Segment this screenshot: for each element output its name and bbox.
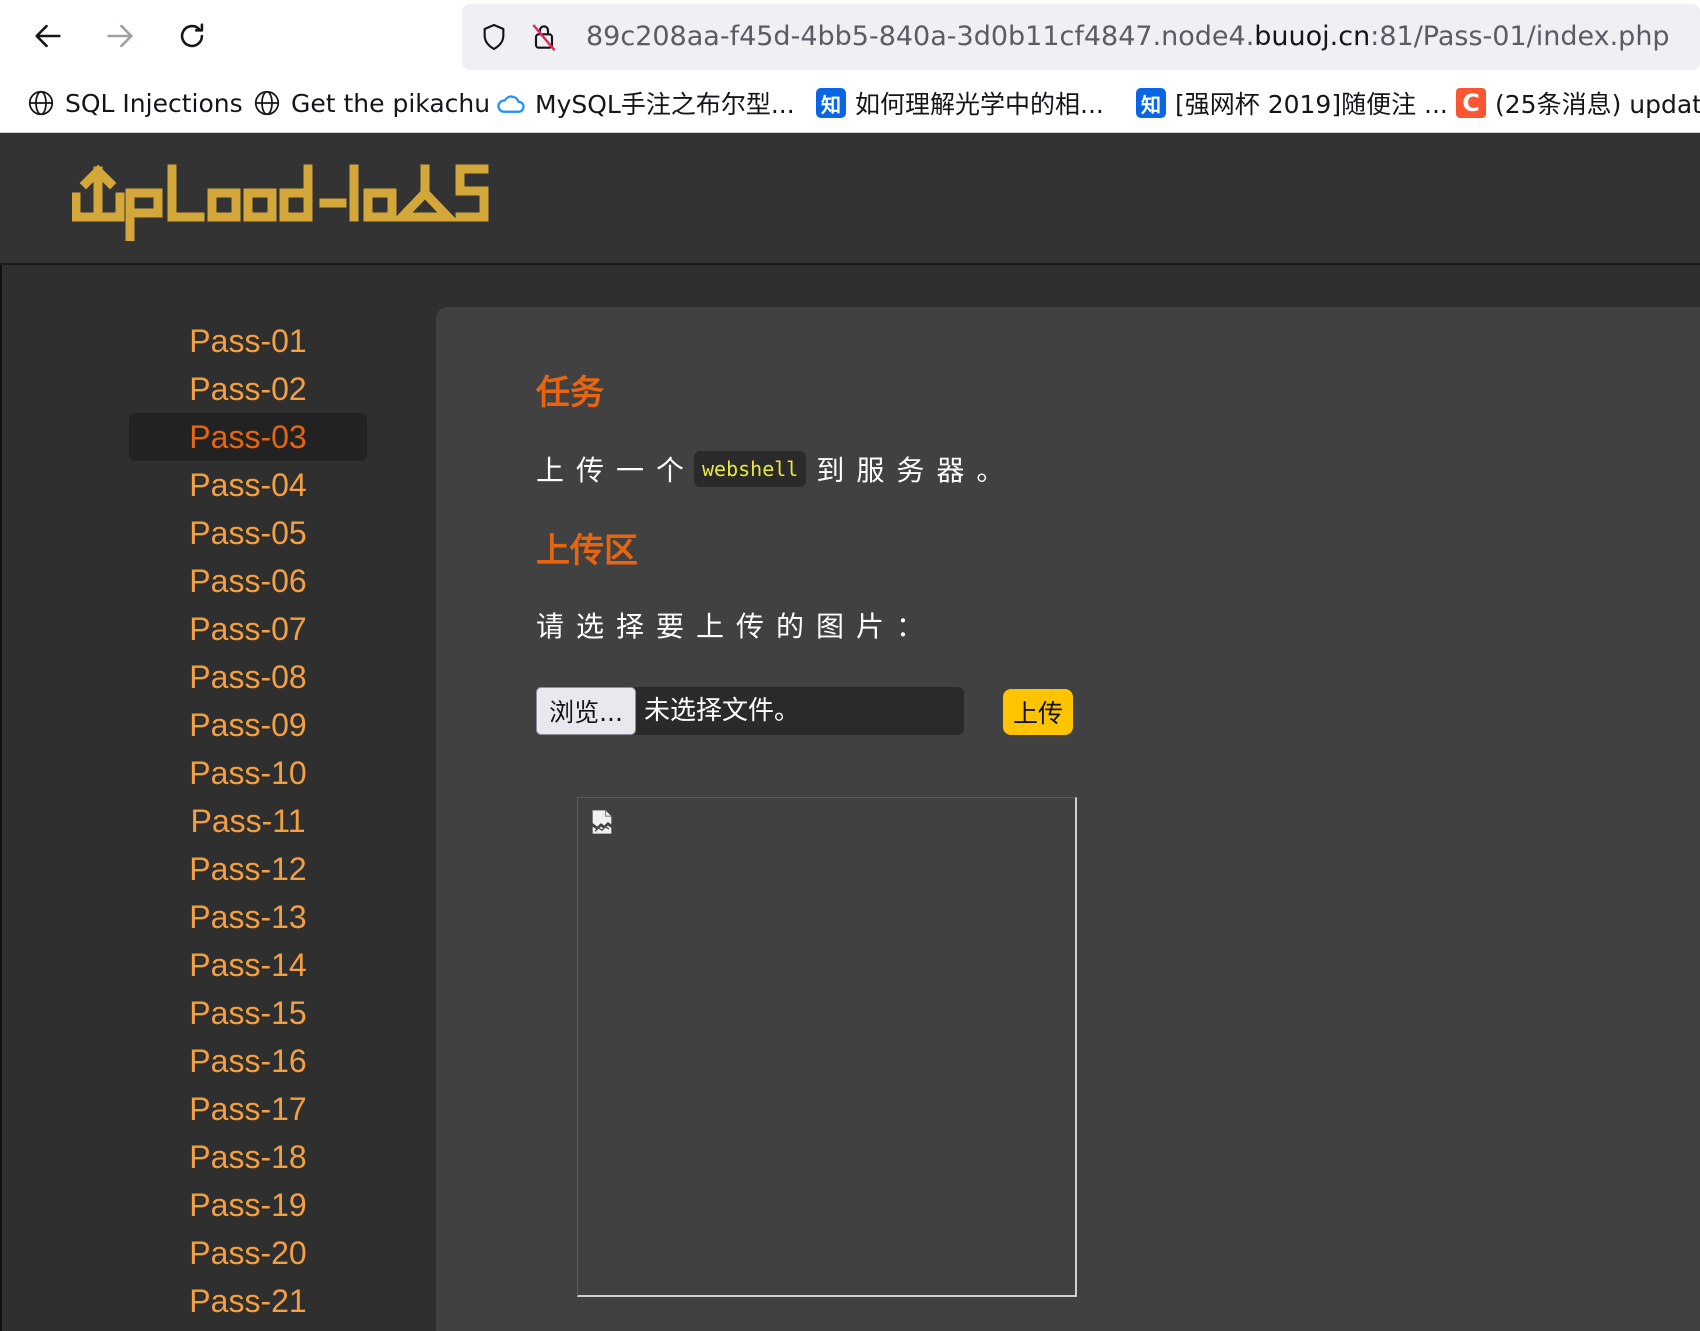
menu-item-pass-06[interactable]: Pass-06 (129, 557, 367, 605)
select-image-prompt: 请选择要上传的图片： (536, 610, 937, 643)
zhihu-icon: 知 (1136, 88, 1166, 118)
arrow-right-icon (107, 24, 133, 48)
menu-item-pass-19[interactable]: Pass-19 (129, 1181, 367, 1229)
reload-button[interactable] (170, 14, 214, 58)
main-content: 任务 上传一个 webshell 到服务器。 上传区 请选择要上传的图片： 浏览… (436, 307, 1700, 1331)
task-description: 上传一个 webshell 到服务器。 (536, 447, 1016, 491)
bookmark-zhihu-optics[interactable]: 知 如何理解光学中的相... (816, 84, 1104, 122)
bookmark-zhihu-qwb[interactable]: 知 [强网杯 2019]随便注 ... (1136, 84, 1448, 122)
globe-icon (26, 88, 56, 118)
csdn-icon: C (1456, 88, 1486, 118)
url-text[interactable]: 89c208aa-f45d-4bb5-840a-3d0b11cf4847.nod… (586, 18, 1670, 56)
cloud-icon (496, 88, 526, 118)
menu-item-pass-11[interactable]: Pass-11 (129, 797, 367, 845)
image-preview (577, 797, 1077, 1297)
insecure-lock-icon[interactable] (528, 21, 560, 53)
zhihu-icon: 知 (816, 88, 846, 118)
task-title: 任务 (536, 373, 604, 413)
menu-item-pass-02[interactable]: Pass-02 (129, 365, 367, 413)
menu-item-pass-12[interactable]: Pass-12 (129, 845, 367, 893)
menu-item-pass-13[interactable]: Pass-13 (129, 893, 367, 941)
upload-section-title: 上传区 (536, 531, 638, 571)
upload-labs-logo[interactable] (71, 159, 532, 245)
menu-item-pass-17[interactable]: Pass-17 (129, 1085, 367, 1133)
menu-item-pass-04[interactable]: Pass-04 (129, 461, 367, 509)
menu-item-pass-15[interactable]: Pass-15 (129, 989, 367, 1037)
menu-item-pass-10[interactable]: Pass-10 (129, 749, 367, 797)
file-status-text: 未选择文件。 (644, 696, 801, 726)
menu-item-pass-09[interactable]: Pass-09 (129, 701, 367, 749)
arrow-left-icon (35, 24, 61, 48)
browse-button[interactable]: 浏览... (536, 687, 636, 735)
back-button[interactable] (26, 14, 70, 58)
reload-icon (180, 23, 204, 48)
shield-icon[interactable] (478, 21, 510, 53)
menu-item-pass-18[interactable]: Pass-18 (129, 1133, 367, 1181)
forward-button[interactable] (98, 14, 142, 58)
bookmark-csdn-update[interactable]: C (25条消息) update (1456, 84, 1700, 122)
site-header (0, 133, 1700, 265)
pass-menu: Pass-01 Pass-02 Pass-03 Pass-04 Pass-05 … (129, 317, 367, 1325)
menu-item-pass-21[interactable]: Pass-21 (129, 1277, 367, 1325)
upload-button[interactable]: 上传 (1003, 689, 1073, 735)
menu-item-pass-05[interactable]: Pass-05 (129, 509, 367, 557)
menu-item-pass-16[interactable]: Pass-16 (129, 1037, 367, 1085)
file-input[interactable]: 浏览... 未选择文件。 (536, 687, 964, 735)
webshell-code: webshell (694, 451, 807, 487)
globe-icon (252, 88, 282, 118)
menu-item-pass-14[interactable]: Pass-14 (129, 941, 367, 989)
bookmark-get-the-pikachu[interactable]: Get the pikachu (252, 84, 490, 122)
menu-item-pass-03[interactable]: Pass-03 (129, 413, 367, 461)
broken-image-icon (592, 810, 612, 834)
address-bar[interactable]: 89c208aa-f45d-4bb5-840a-3d0b11cf4847.nod… (462, 4, 1700, 70)
browser-toolbar: 89c208aa-f45d-4bb5-840a-3d0b11cf4847.nod… (0, 0, 1700, 74)
menu-item-pass-08[interactable]: Pass-08 (129, 653, 367, 701)
menu-item-pass-01[interactable]: Pass-01 (129, 317, 367, 365)
bookmarks-bar: SQL Injections Get the pikachu MySQL手注之布… (0, 74, 1700, 133)
bookmark-sql-injections[interactable]: SQL Injections (26, 84, 243, 122)
bookmark-mysql-boolean[interactable]: MySQL手注之布尔型... (496, 84, 795, 122)
menu-item-pass-20[interactable]: Pass-20 (129, 1229, 367, 1277)
menu-item-pass-07[interactable]: Pass-07 (129, 605, 367, 653)
